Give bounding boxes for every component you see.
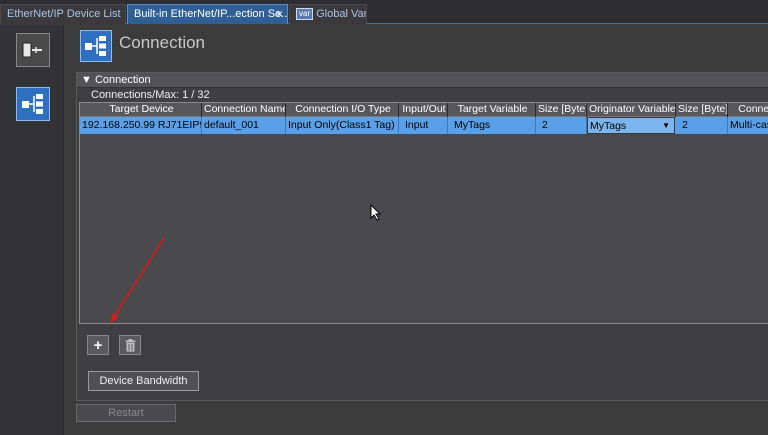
device-bandwidth-button[interactable]: Device Bandwidth <box>88 371 199 391</box>
cell-io-type[interactable]: Input Only(Class1 Tag) <box>286 117 399 134</box>
mouse-cursor-icon <box>370 204 382 221</box>
tab-label: Global Variables <box>316 8 367 20</box>
cell-originator-size[interactable]: 2 <box>676 117 728 134</box>
connection-network-icon <box>22 94 43 114</box>
trash-icon <box>125 338 135 352</box>
rail-button-tag-data-link[interactable] <box>16 33 50 67</box>
connection-panel: ▼ Connection Connections/Max: 1 / 32 Tar… <box>76 72 768 401</box>
delete-connection-button[interactable] <box>119 335 141 355</box>
tab-label: Built-in EtherNet/IP...ection Se... <box>134 8 288 20</box>
page-title: Connection <box>119 33 206 52</box>
tab-global-variables[interactable]: varGlobal Variables <box>289 4 367 24</box>
column-header-originator-variable[interactable]: Originator Variable <box>587 103 676 117</box>
table-row[interactable]: 192.168.250.99 RJ71EIP91 R default_001 I… <box>80 117 768 134</box>
dropdown-value: MyTags <box>590 120 627 132</box>
column-header-originator-size[interactable]: Size [Byte] <box>676 103 728 117</box>
tab-label: EtherNet/IP Device List <box>7 8 121 20</box>
left-navigation-rail <box>0 25 64 435</box>
column-header-input-output[interactable]: Input/Out <box>399 103 448 117</box>
connection-network-icon <box>85 36 106 56</box>
close-icon[interactable]: × <box>276 5 283 24</box>
table-header: Target Device Connection Name Connection… <box>80 103 768 117</box>
restart-button[interactable]: Restart <box>76 404 176 422</box>
cell-input-output[interactable]: Input <box>399 117 448 134</box>
rail-button-connection[interactable] <box>16 87 50 121</box>
cell-connection-type[interactable]: Multi-cas <box>728 117 768 134</box>
originator-variable-dropdown[interactable]: MyTags ▼ <box>587 117 675 134</box>
column-header-target-device[interactable]: Target Device <box>80 103 202 117</box>
editor-tab-strip: EtherNet/IP Device List Built-in EtherNe… <box>0 0 768 24</box>
connection-section-header[interactable]: ▼ Connection <box>77 73 768 88</box>
column-header-io-type[interactable]: Connection I/O Type <box>286 103 399 117</box>
cell-target-device[interactable]: 192.168.250.99 RJ71EIP91 R <box>80 117 202 134</box>
cell-target-variable[interactable]: MyTags <box>448 117 536 134</box>
column-header-target-variable[interactable]: Target Variable <box>448 103 536 117</box>
column-header-connection-type[interactable]: Connecti <box>728 103 768 117</box>
connection-count: Connections/Max: 1 / 32 <box>91 89 210 101</box>
variable-table-icon: var <box>296 8 314 20</box>
chevron-down-icon[interactable]: ▼ <box>662 118 670 133</box>
column-header-target-size[interactable]: Size [Byte] <box>536 103 587 117</box>
connection-table[interactable]: Target Device Connection Name Connection… <box>79 102 768 324</box>
plus-icon: + <box>93 336 103 354</box>
tab-connection-settings[interactable]: Built-in EtherNet/IP...ection Se... × <box>127 4 288 24</box>
tag-data-link-icon <box>22 42 42 58</box>
cell-target-size[interactable]: 2 <box>536 117 587 134</box>
tab-ethernet-ip-device-list[interactable]: EtherNet/IP Device List <box>0 4 126 24</box>
add-connection-button[interactable]: + <box>87 335 109 355</box>
column-header-connection-name[interactable]: Connection Name <box>202 103 286 117</box>
cell-connection-name[interactable]: default_001 <box>202 117 286 134</box>
connection-header-icon <box>80 30 112 62</box>
